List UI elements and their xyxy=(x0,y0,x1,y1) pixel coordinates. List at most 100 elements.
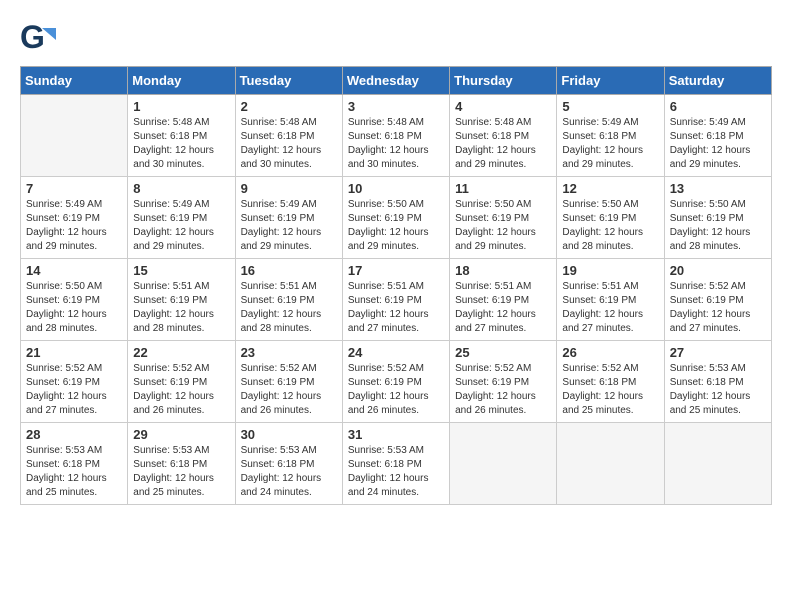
calendar-cell: 14 Sunrise: 5:50 AM Sunset: 6:19 PM Dayl… xyxy=(21,259,128,341)
calendar-cell: 26 Sunrise: 5:52 AM Sunset: 6:18 PM Dayl… xyxy=(557,341,664,423)
day-info: Sunrise: 5:52 AM Sunset: 6:19 PM Dayligh… xyxy=(348,362,444,418)
day-number: 1 xyxy=(133,99,229,114)
calendar-cell: 3 Sunrise: 5:48 AM Sunset: 6:18 PM Dayli… xyxy=(342,95,449,177)
calendar-cell xyxy=(664,423,771,505)
day-number: 3 xyxy=(348,99,444,114)
day-number: 14 xyxy=(26,263,122,278)
day-info: Sunrise: 5:52 AM Sunset: 6:19 PM Dayligh… xyxy=(455,362,551,418)
calendar-cell: 7 Sunrise: 5:49 AM Sunset: 6:19 PM Dayli… xyxy=(21,177,128,259)
day-number: 30 xyxy=(241,427,337,442)
day-info: Sunrise: 5:53 AM Sunset: 6:18 PM Dayligh… xyxy=(133,444,229,500)
day-number: 6 xyxy=(670,99,766,114)
day-number: 22 xyxy=(133,345,229,360)
day-number: 11 xyxy=(455,181,551,196)
calendar-cell: 27 Sunrise: 5:53 AM Sunset: 6:18 PM Dayl… xyxy=(664,341,771,423)
calendar-cell: 20 Sunrise: 5:52 AM Sunset: 6:19 PM Dayl… xyxy=(664,259,771,341)
day-number: 21 xyxy=(26,345,122,360)
day-info: Sunrise: 5:48 AM Sunset: 6:18 PM Dayligh… xyxy=(455,116,551,172)
weekday-header-wednesday: Wednesday xyxy=(342,67,449,95)
day-number: 13 xyxy=(670,181,766,196)
day-number: 4 xyxy=(455,99,551,114)
calendar-cell: 12 Sunrise: 5:50 AM Sunset: 6:19 PM Dayl… xyxy=(557,177,664,259)
day-info: Sunrise: 5:52 AM Sunset: 6:19 PM Dayligh… xyxy=(26,362,122,418)
day-number: 7 xyxy=(26,181,122,196)
calendar-cell: 18 Sunrise: 5:51 AM Sunset: 6:19 PM Dayl… xyxy=(450,259,557,341)
day-info: Sunrise: 5:48 AM Sunset: 6:18 PM Dayligh… xyxy=(241,116,337,172)
week-row-4: 21 Sunrise: 5:52 AM Sunset: 6:19 PM Dayl… xyxy=(21,341,772,423)
calendar-cell: 1 Sunrise: 5:48 AM Sunset: 6:18 PM Dayli… xyxy=(128,95,235,177)
day-number: 25 xyxy=(455,345,551,360)
day-info: Sunrise: 5:51 AM Sunset: 6:19 PM Dayligh… xyxy=(348,280,444,336)
day-info: Sunrise: 5:52 AM Sunset: 6:18 PM Dayligh… xyxy=(562,362,658,418)
calendar-cell: 28 Sunrise: 5:53 AM Sunset: 6:18 PM Dayl… xyxy=(21,423,128,505)
calendar-cell xyxy=(21,95,128,177)
weekday-header-sunday: Sunday xyxy=(21,67,128,95)
weekday-header-friday: Friday xyxy=(557,67,664,95)
calendar-cell: 15 Sunrise: 5:51 AM Sunset: 6:19 PM Dayl… xyxy=(128,259,235,341)
day-number: 12 xyxy=(562,181,658,196)
day-info: Sunrise: 5:49 AM Sunset: 6:19 PM Dayligh… xyxy=(133,198,229,254)
calendar-cell: 2 Sunrise: 5:48 AM Sunset: 6:18 PM Dayli… xyxy=(235,95,342,177)
day-number: 20 xyxy=(670,263,766,278)
day-number: 10 xyxy=(348,181,444,196)
day-info: Sunrise: 5:48 AM Sunset: 6:18 PM Dayligh… xyxy=(348,116,444,172)
day-info: Sunrise: 5:53 AM Sunset: 6:18 PM Dayligh… xyxy=(348,444,444,500)
day-info: Sunrise: 5:51 AM Sunset: 6:19 PM Dayligh… xyxy=(455,280,551,336)
calendar-cell: 16 Sunrise: 5:51 AM Sunset: 6:19 PM Dayl… xyxy=(235,259,342,341)
day-info: Sunrise: 5:50 AM Sunset: 6:19 PM Dayligh… xyxy=(455,198,551,254)
logo-icon: G xyxy=(20,20,56,56)
weekday-header-monday: Monday xyxy=(128,67,235,95)
calendar-cell: 9 Sunrise: 5:49 AM Sunset: 6:19 PM Dayli… xyxy=(235,177,342,259)
day-info: Sunrise: 5:50 AM Sunset: 6:19 PM Dayligh… xyxy=(562,198,658,254)
calendar-table: SundayMondayTuesdayWednesdayThursdayFrid… xyxy=(20,66,772,505)
week-row-3: 14 Sunrise: 5:50 AM Sunset: 6:19 PM Dayl… xyxy=(21,259,772,341)
page-header: G xyxy=(20,20,772,56)
calendar-cell: 22 Sunrise: 5:52 AM Sunset: 6:19 PM Dayl… xyxy=(128,341,235,423)
day-number: 19 xyxy=(562,263,658,278)
day-info: Sunrise: 5:50 AM Sunset: 6:19 PM Dayligh… xyxy=(26,280,122,336)
calendar-cell: 4 Sunrise: 5:48 AM Sunset: 6:18 PM Dayli… xyxy=(450,95,557,177)
weekday-header-tuesday: Tuesday xyxy=(235,67,342,95)
day-info: Sunrise: 5:53 AM Sunset: 6:18 PM Dayligh… xyxy=(241,444,337,500)
week-row-1: 1 Sunrise: 5:48 AM Sunset: 6:18 PM Dayli… xyxy=(21,95,772,177)
day-number: 24 xyxy=(348,345,444,360)
day-info: Sunrise: 5:53 AM Sunset: 6:18 PM Dayligh… xyxy=(670,362,766,418)
day-number: 31 xyxy=(348,427,444,442)
calendar-cell: 10 Sunrise: 5:50 AM Sunset: 6:19 PM Dayl… xyxy=(342,177,449,259)
day-info: Sunrise: 5:49 AM Sunset: 6:18 PM Dayligh… xyxy=(562,116,658,172)
day-info: Sunrise: 5:52 AM Sunset: 6:19 PM Dayligh… xyxy=(670,280,766,336)
weekday-header-thursday: Thursday xyxy=(450,67,557,95)
week-row-2: 7 Sunrise: 5:49 AM Sunset: 6:19 PM Dayli… xyxy=(21,177,772,259)
day-info: Sunrise: 5:49 AM Sunset: 6:18 PM Dayligh… xyxy=(670,116,766,172)
day-number: 2 xyxy=(241,99,337,114)
day-number: 26 xyxy=(562,345,658,360)
day-info: Sunrise: 5:49 AM Sunset: 6:19 PM Dayligh… xyxy=(26,198,122,254)
day-number: 8 xyxy=(133,181,229,196)
day-number: 18 xyxy=(455,263,551,278)
day-info: Sunrise: 5:53 AM Sunset: 6:18 PM Dayligh… xyxy=(26,444,122,500)
day-info: Sunrise: 5:52 AM Sunset: 6:19 PM Dayligh… xyxy=(241,362,337,418)
svg-text:G: G xyxy=(20,20,45,55)
calendar-cell: 24 Sunrise: 5:52 AM Sunset: 6:19 PM Dayl… xyxy=(342,341,449,423)
day-info: Sunrise: 5:50 AM Sunset: 6:19 PM Dayligh… xyxy=(670,198,766,254)
calendar-cell: 13 Sunrise: 5:50 AM Sunset: 6:19 PM Dayl… xyxy=(664,177,771,259)
day-info: Sunrise: 5:50 AM Sunset: 6:19 PM Dayligh… xyxy=(348,198,444,254)
day-number: 29 xyxy=(133,427,229,442)
calendar-cell xyxy=(557,423,664,505)
calendar-body: 1 Sunrise: 5:48 AM Sunset: 6:18 PM Dayli… xyxy=(21,95,772,505)
calendar-cell: 21 Sunrise: 5:52 AM Sunset: 6:19 PM Dayl… xyxy=(21,341,128,423)
day-number: 28 xyxy=(26,427,122,442)
calendar-cell: 19 Sunrise: 5:51 AM Sunset: 6:19 PM Dayl… xyxy=(557,259,664,341)
day-number: 15 xyxy=(133,263,229,278)
day-number: 23 xyxy=(241,345,337,360)
calendar-cell: 31 Sunrise: 5:53 AM Sunset: 6:18 PM Dayl… xyxy=(342,423,449,505)
day-number: 17 xyxy=(348,263,444,278)
day-info: Sunrise: 5:52 AM Sunset: 6:19 PM Dayligh… xyxy=(133,362,229,418)
day-info: Sunrise: 5:51 AM Sunset: 6:19 PM Dayligh… xyxy=(562,280,658,336)
calendar-cell: 29 Sunrise: 5:53 AM Sunset: 6:18 PM Dayl… xyxy=(128,423,235,505)
calendar-cell xyxy=(450,423,557,505)
calendar-cell: 8 Sunrise: 5:49 AM Sunset: 6:19 PM Dayli… xyxy=(128,177,235,259)
calendar-cell: 23 Sunrise: 5:52 AM Sunset: 6:19 PM Dayl… xyxy=(235,341,342,423)
calendar-cell: 30 Sunrise: 5:53 AM Sunset: 6:18 PM Dayl… xyxy=(235,423,342,505)
day-number: 27 xyxy=(670,345,766,360)
